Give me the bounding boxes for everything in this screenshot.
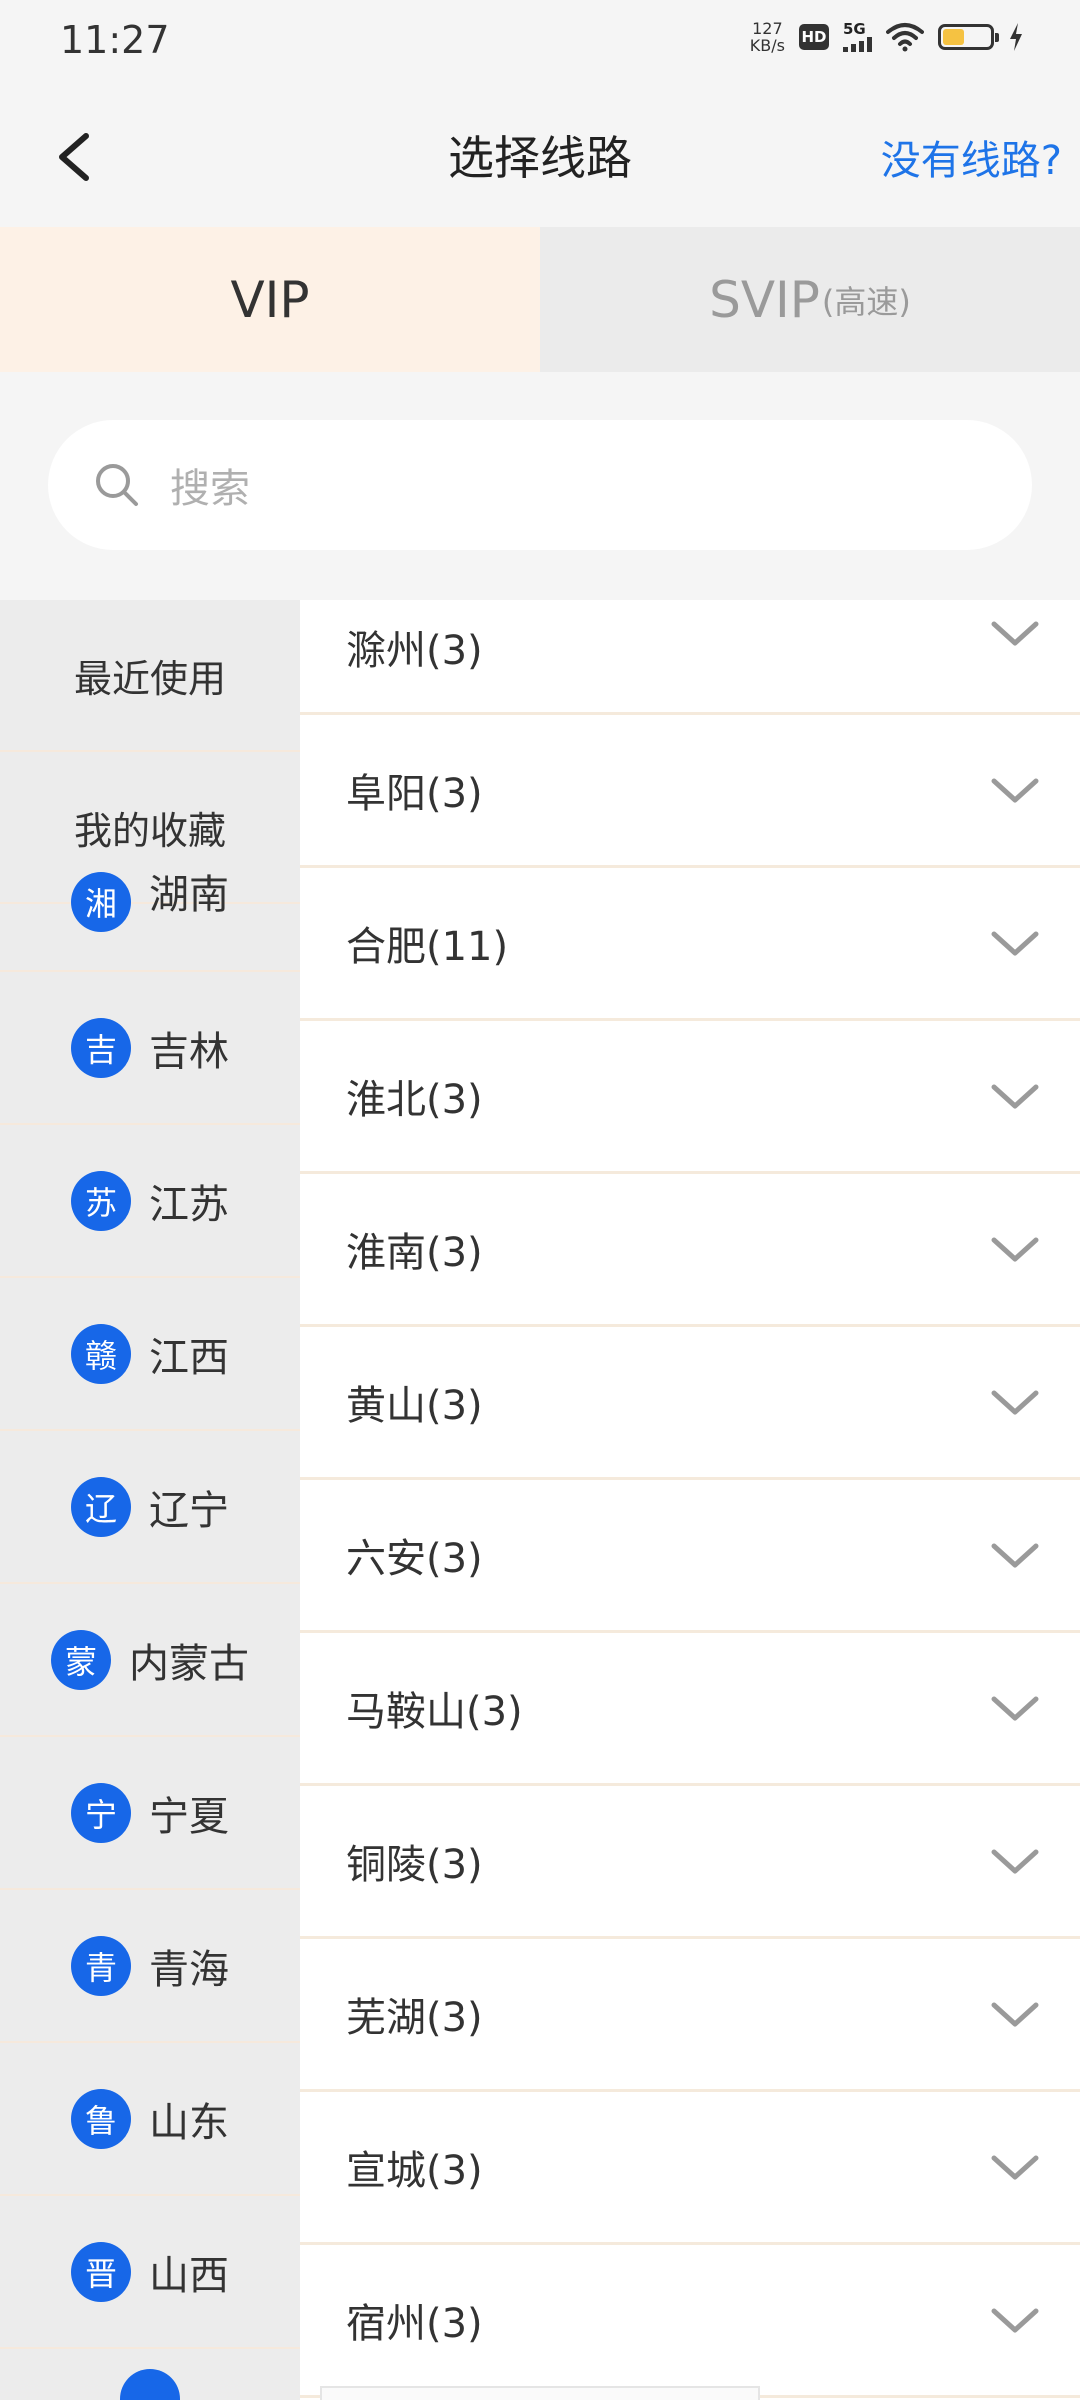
chevron-down-icon	[991, 931, 1039, 956]
chevron-down-icon	[991, 1696, 1039, 1721]
city-row[interactable]: 淮北(3)	[300, 1021, 1080, 1174]
status-time: 11:27	[60, 18, 170, 62]
city-row[interactable]: 铜陵(3)	[300, 1786, 1080, 1939]
battery-icon	[938, 24, 999, 50]
city-list: 滁州(3) 阜阳(3) 合肥(11) 淮北(3) 淮南(3) 黄山(3) 六安(3) 马鞍山(…	[300, 600, 1080, 2400]
search-icon	[96, 464, 138, 506]
province-badge: 蒙	[51, 1629, 111, 1690]
city-name: 宣城(3)	[346, 2148, 483, 2194]
province-badge: 晋	[71, 2241, 131, 2302]
sidebar-item-province[interactable]: 鲁 山东	[0, 2043, 300, 2196]
city-name: 滁州(3)	[346, 628, 483, 674]
city-row[interactable]: 滁州(3)	[300, 600, 1080, 715]
battery-level	[943, 29, 964, 45]
search-input[interactable]: 搜索	[170, 456, 250, 514]
province-name: 湖南	[149, 872, 229, 918]
province-badge: 宁	[71, 1782, 131, 1843]
city-row[interactable]: 淮南(3)	[300, 1174, 1080, 1327]
sidebar-item-province[interactable]: 吉 吉林	[0, 972, 300, 1125]
chevron-down-icon	[991, 1849, 1039, 1874]
wifi-icon	[886, 23, 924, 52]
no-route-link[interactable]: 没有线路?	[881, 128, 1062, 186]
province-badge: 苏	[71, 1170, 131, 1231]
province-name: 宁夏	[149, 1793, 229, 1840]
status-icons: 127 KB/s HD 5G	[750, 20, 1024, 54]
city-row[interactable]: 阜阳(3)	[300, 715, 1080, 868]
city-name: 黄山(3)	[346, 1383, 483, 1429]
province-name: 江苏	[149, 1181, 229, 1228]
city-name: 淮北(3)	[346, 1077, 483, 1123]
city-row[interactable]: 黄山(3)	[300, 1327, 1080, 1480]
chevron-down-icon	[991, 621, 1039, 646]
sidebar-item-province[interactable]: 赣 江西	[0, 1278, 300, 1431]
tier-tabs: VIP SVIP (高速)	[0, 227, 1080, 372]
city-name: 六安(3)	[346, 1536, 483, 1582]
sidebar-item-recent[interactable]: 最近使用	[0, 600, 300, 752]
province-badge: 青	[71, 1935, 131, 1996]
sidebar-item-province[interactable]: 晋 山西	[0, 2196, 300, 2349]
cellular-signal-icon: 5G	[843, 22, 872, 52]
sidebar-item-province[interactable]: 辽 辽宁	[0, 1431, 300, 1584]
charging-icon	[1010, 23, 1022, 51]
sidebar-item-province-partial[interactable]	[0, 2349, 300, 2400]
sidebar-item-province[interactable]: 湘 湖南	[0, 872, 300, 972]
chevron-down-icon	[991, 2155, 1039, 2180]
city-row[interactable]: 合肥(11)	[300, 868, 1080, 1021]
sidebar-item-province[interactable]: 青 青海	[0, 1890, 300, 2043]
province-name: 辽宁	[149, 1487, 229, 1534]
city-name: 阜阳(3)	[346, 771, 483, 817]
province-badge: 鲁	[71, 2088, 131, 2149]
chevron-down-icon	[991, 1390, 1039, 1415]
city-row[interactable]: 宣城(3)	[300, 2092, 1080, 2245]
chevron-down-icon	[991, 1237, 1039, 1262]
header: 选择线路 没有线路?	[0, 82, 1080, 227]
city-row[interactable]: 宿州(3)	[300, 2245, 1080, 2398]
network-speed-unit: KB/s	[749, 36, 785, 55]
tab-vip[interactable]: VIP	[0, 227, 540, 372]
city-name: 芜湖(3)	[346, 1995, 483, 2041]
sidebar-item-province[interactable]: 苏 江苏	[0, 1125, 300, 1278]
network-speed: 127 KB/s	[750, 20, 785, 54]
sidebar-item-province[interactable]: 宁 宁夏	[0, 1737, 300, 1890]
network-speed-value: 127	[752, 19, 783, 38]
province-sidebar: 最近使用 我的收藏 湘 湖南 吉 吉林 苏 江苏 赣 江西 辽 辽宁 蒙 内蒙古…	[0, 600, 300, 2400]
chevron-down-icon	[991, 778, 1039, 803]
province-badge: 辽	[71, 1476, 131, 1537]
province-badge: 吉	[71, 1017, 131, 1078]
province-name: 吉林	[149, 1028, 229, 1075]
province-badge: 湘	[71, 872, 131, 932]
search-bar[interactable]: 搜索	[48, 420, 1032, 550]
province-name: 山西	[149, 2252, 229, 2299]
province-name: 江西	[149, 1334, 229, 1381]
city-name: 淮南(3)	[346, 1230, 483, 1276]
tab-svip-sublabel: (高速)	[821, 282, 911, 321]
status-bar: 11:27 127 KB/s HD 5G	[0, 0, 1080, 82]
city-name: 合肥(11)	[346, 924, 509, 970]
province-name: 内蒙古	[129, 1640, 249, 1687]
chevron-down-icon	[991, 1084, 1039, 1109]
sidebar-item-province[interactable]: 蒙 内蒙古	[0, 1584, 300, 1737]
tab-svip[interactable]: SVIP (高速)	[540, 227, 1080, 372]
tab-svip-label: SVIP	[709, 270, 820, 329]
city-name: 宿州(3)	[346, 2301, 483, 2347]
province-badge: 赣	[71, 1323, 131, 1384]
tab-vip-label: VIP	[230, 270, 310, 329]
province-badge	[120, 2369, 180, 2400]
city-row[interactable]: 马鞍山(3)	[300, 1633, 1080, 1786]
province-name: 山东	[149, 2099, 229, 2146]
chevron-down-icon	[991, 2308, 1039, 2333]
city-row[interactable]: 六安(3)	[300, 1480, 1080, 1633]
city-name: 铜陵(3)	[346, 1842, 483, 1888]
chevron-down-icon	[991, 2002, 1039, 2027]
hd-icon: HD	[799, 24, 829, 50]
chevron-down-icon	[991, 1543, 1039, 1568]
city-row[interactable]: 芜湖(3)	[300, 1939, 1080, 2092]
city-name: 马鞍山(3)	[346, 1689, 523, 1735]
network-type-label: 5G	[843, 20, 866, 38]
list-end-indicator	[320, 2386, 760, 2400]
province-name: 青海	[149, 1946, 229, 1993]
